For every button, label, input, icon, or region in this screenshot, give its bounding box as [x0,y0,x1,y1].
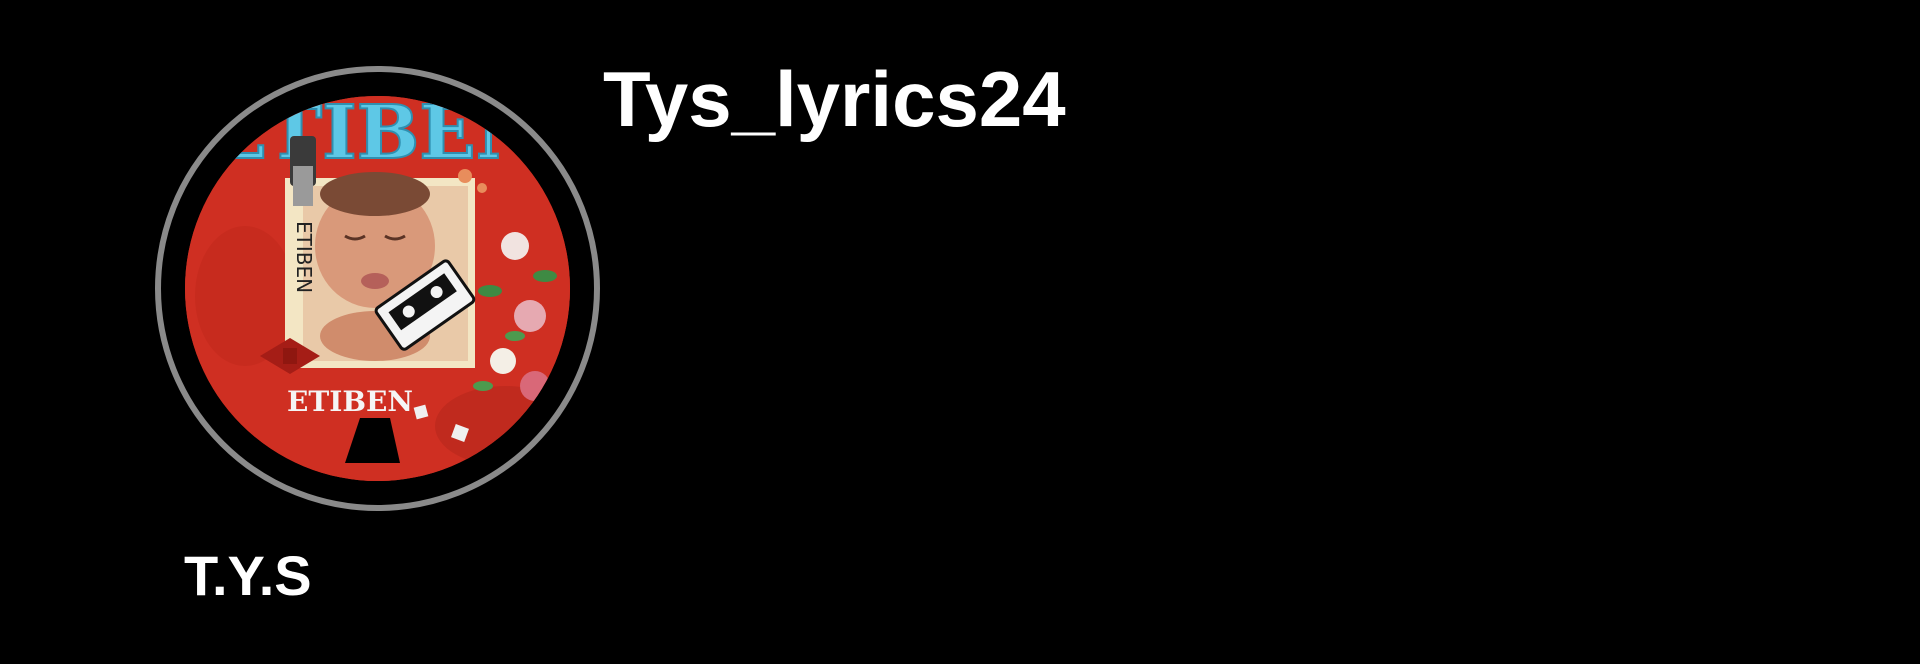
username-heading: Tys_lyrics24 [603,55,1066,143]
album-cover-avatar-icon: ETIBEN ETIBEN ETIBEN [185,96,570,481]
avatar[interactable]: ETIBEN ETIBEN ETIBEN [185,96,570,481]
cover-side-text: ETIBEN [292,221,316,293]
cover-bottom-text: ETIBEN [287,385,413,418]
display-name: T.Y.S [184,544,312,607]
